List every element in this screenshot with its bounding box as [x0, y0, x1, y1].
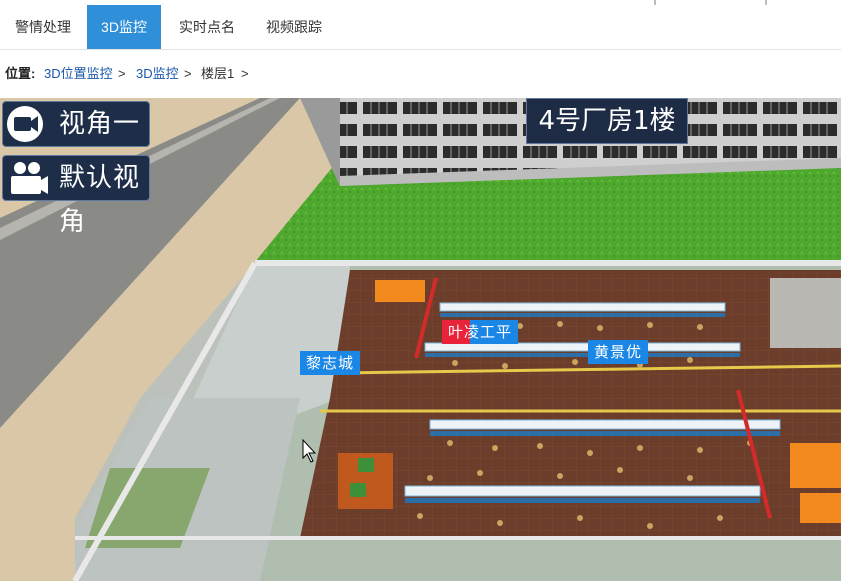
- breadcrumb-separator: >: [241, 66, 249, 81]
- breadcrumb-current-floor: 楼层1: [201, 66, 235, 81]
- top-tab-bar: 警情处理 3D监控 实时点名 视频跟踪: [0, 0, 841, 50]
- building-title: 4号厂房1楼: [526, 98, 688, 144]
- worker-name-tag[interactable]: 叶凌工平: [442, 320, 519, 344]
- video-camera-icon: [7, 106, 43, 142]
- breadcrumb-separator: >: [118, 66, 126, 81]
- tab-3d-monitor[interactable]: 3D监控: [87, 5, 161, 49]
- view-angle-one-label: 视角一: [59, 109, 141, 139]
- view-angle-one-button[interactable]: 视角一: [2, 101, 150, 147]
- tab-alarm-handling[interactable]: 警情处理: [0, 5, 86, 49]
- breadcrumb-label: 位置:: [5, 66, 36, 81]
- camera-user-icon: [11, 162, 48, 194]
- default-view-button[interactable]: 默认视角: [2, 155, 150, 237]
- breadcrumb-separator: >: [184, 66, 192, 81]
- default-view-label: 默认视角: [59, 163, 141, 237]
- breadcrumb-3d-location[interactable]: 3D位置监控: [44, 50, 113, 98]
- tab-roll-call[interactable]: 实时点名: [165, 5, 249, 49]
- breadcrumb: 位置: 3D位置监控 > 3D监控 > 楼层1 >: [0, 50, 841, 98]
- breadcrumb-3d-monitor[interactable]: 3D监控: [136, 50, 179, 98]
- worker-name-tag[interactable]: 黄景优: [588, 340, 649, 364]
- 3d-scene-viewport[interactable]: 视角一 默认视角 4号厂房1楼 叶凌工平 黄景优 黎志城: [0, 98, 841, 581]
- tab-video-tracking[interactable]: 视频跟踪: [252, 5, 336, 49]
- worker-name-tag[interactable]: 黎志城: [300, 351, 361, 375]
